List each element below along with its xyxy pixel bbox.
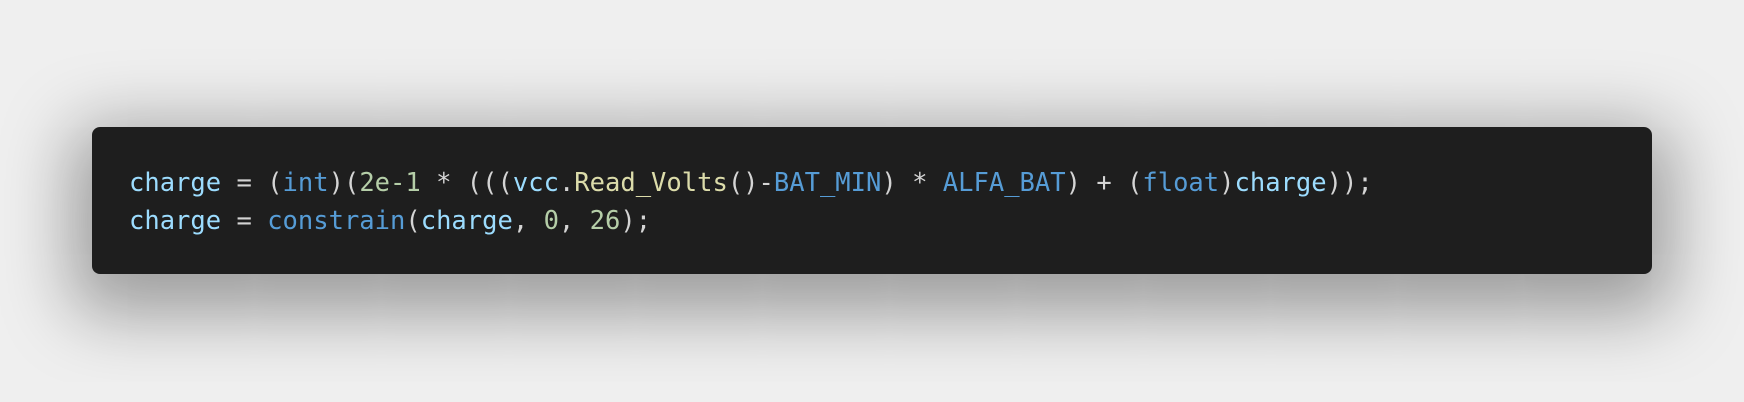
code-token: ()- <box>727 168 774 198</box>
code-token: charge <box>420 206 513 236</box>
code-line-1: charge = (int)(2e-1 * (((vcc.Read_Volts(… <box>129 164 1373 202</box>
code-token: charge <box>129 206 222 236</box>
code-token: 26 <box>589 206 621 236</box>
code-token: constrain <box>267 206 406 236</box>
code-token: charge <box>1234 168 1327 198</box>
code-token: 2e-1 <box>359 168 421 198</box>
code-token: ALFA_BAT <box>942 168 1066 198</box>
code-token: float <box>1142 168 1220 198</box>
code-token: charge <box>129 168 222 198</box>
code-token: BAT_MIN <box>773 168 882 198</box>
code-token: ) <box>1219 168 1235 198</box>
code-token: . <box>558 168 575 198</box>
code-line-2: charge = constrain(charge, 0, 26); <box>129 202 1373 240</box>
code-token: 0 <box>543 206 559 236</box>
code-token: * ((( <box>420 168 513 198</box>
code-token: vcc <box>512 168 559 198</box>
code-token: ) + ( <box>1065 168 1143 198</box>
code-token: ( <box>405 206 421 236</box>
code-token: ) * <box>881 168 943 198</box>
code-token: , <box>558 206 590 236</box>
code-token: , <box>512 206 544 236</box>
code-token: int <box>282 168 329 198</box>
code-token: Read_Volts <box>574 168 728 198</box>
code-token: = ( <box>221 168 283 198</box>
code-content[interactable]: charge = (int)(2e-1 * (((vcc.Read_Volts(… <box>129 164 1373 240</box>
code-token: )( <box>328 168 360 198</box>
code-block: charge = (int)(2e-1 * (((vcc.Read_Volts(… <box>92 127 1652 274</box>
code-token: ); <box>620 206 652 236</box>
code-token: = <box>221 206 268 236</box>
code-token: )); <box>1326 168 1373 198</box>
